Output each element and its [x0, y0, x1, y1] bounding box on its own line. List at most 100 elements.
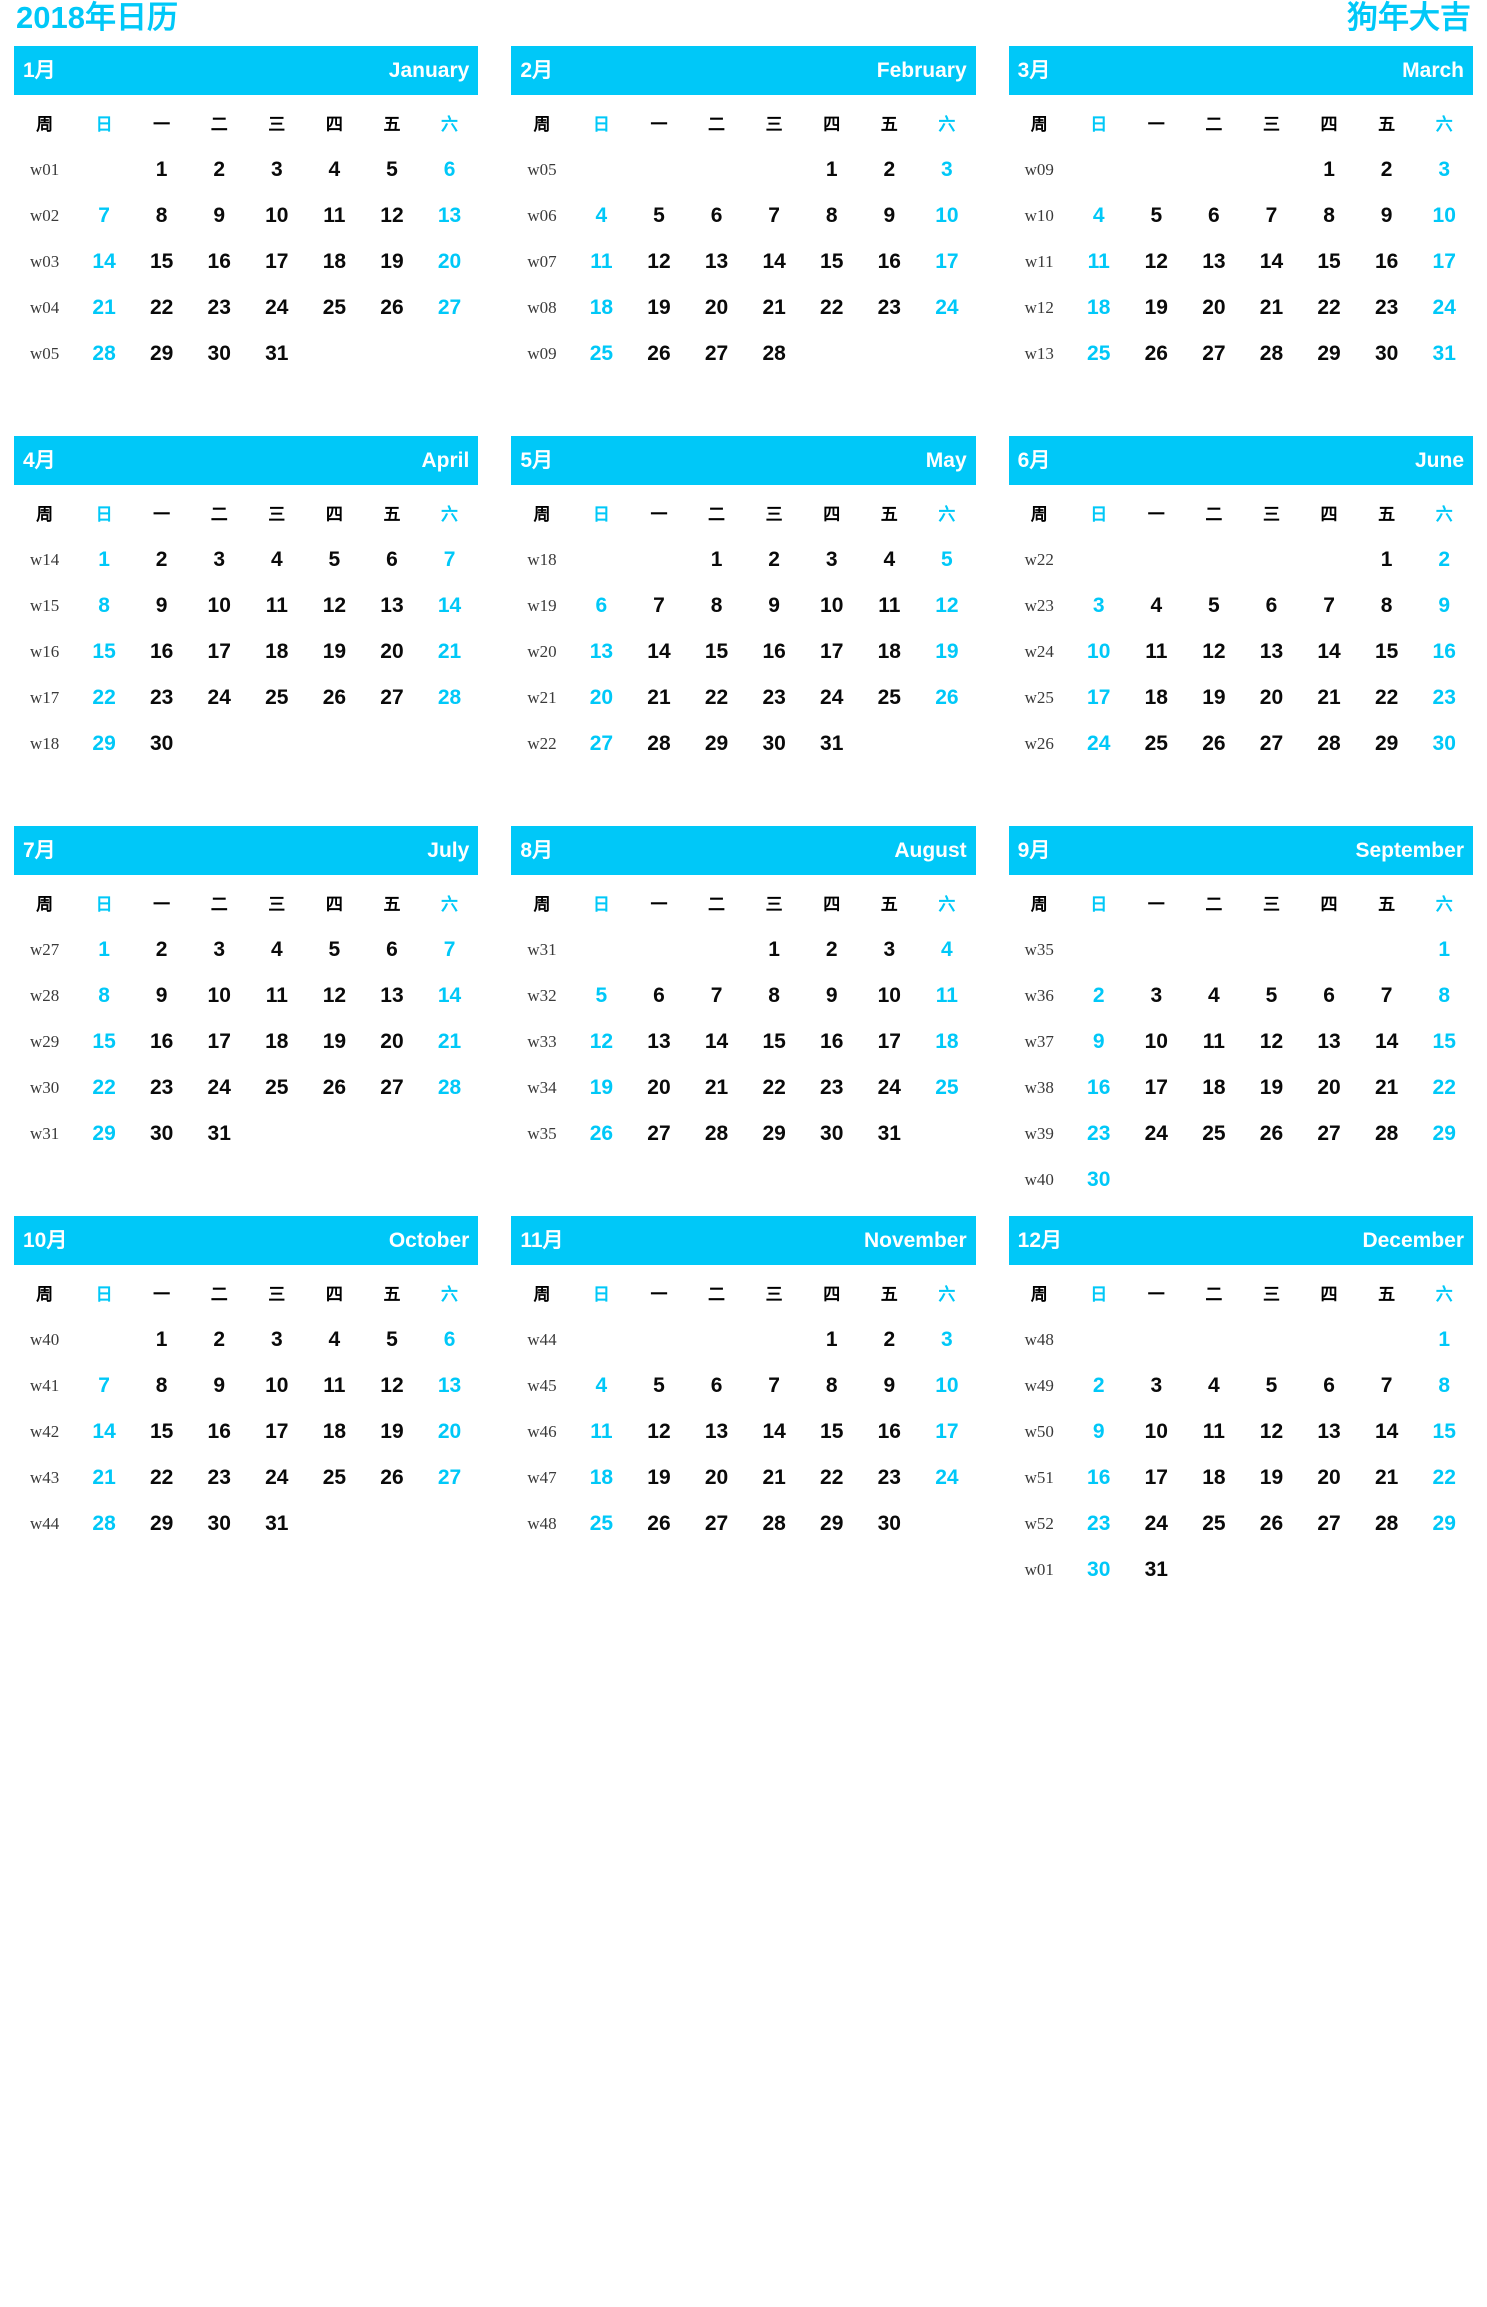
- day-cell[interactable]: 5: [306, 927, 364, 973]
- day-cell[interactable]: 21: [421, 629, 479, 675]
- day-cell[interactable]: 31: [861, 1111, 919, 1157]
- day-cell[interactable]: 29: [1415, 1501, 1473, 1547]
- day-cell[interactable]: 30: [745, 721, 803, 767]
- day-cell[interactable]: 19: [1243, 1065, 1301, 1111]
- day-cell[interactable]: 5: [573, 973, 631, 1019]
- day-cell[interactable]: 17: [1415, 239, 1473, 285]
- day-cell[interactable]: 22: [133, 285, 191, 331]
- day-cell[interactable]: 1: [745, 927, 803, 973]
- day-cell[interactable]: 18: [248, 629, 306, 675]
- day-cell[interactable]: 23: [133, 675, 191, 721]
- day-cell[interactable]: 29: [688, 721, 746, 767]
- day-cell[interactable]: 27: [688, 1501, 746, 1547]
- day-cell[interactable]: 2: [745, 537, 803, 583]
- day-cell[interactable]: 30: [1070, 1157, 1128, 1203]
- day-cell[interactable]: 9: [133, 583, 191, 629]
- day-cell[interactable]: 13: [1300, 1409, 1358, 1455]
- day-cell[interactable]: 4: [1185, 1363, 1243, 1409]
- day-cell[interactable]: 6: [688, 193, 746, 239]
- day-cell[interactable]: 12: [363, 1363, 421, 1409]
- day-cell[interactable]: 1: [1358, 537, 1416, 583]
- day-cell[interactable]: 20: [1185, 285, 1243, 331]
- day-cell[interactable]: 5: [306, 537, 364, 583]
- day-cell[interactable]: 17: [1128, 1455, 1186, 1501]
- day-cell[interactable]: 4: [918, 927, 976, 973]
- day-cell[interactable]: 13: [421, 1363, 479, 1409]
- day-cell[interactable]: 17: [248, 239, 306, 285]
- day-cell[interactable]: 17: [248, 1409, 306, 1455]
- day-cell[interactable]: 11: [1070, 239, 1128, 285]
- day-cell[interactable]: 20: [1300, 1065, 1358, 1111]
- day-cell[interactable]: 27: [688, 331, 746, 377]
- day-cell[interactable]: 20: [573, 675, 631, 721]
- day-cell[interactable]: 8: [1415, 1363, 1473, 1409]
- day-cell[interactable]: 6: [1300, 973, 1358, 1019]
- day-cell[interactable]: 21: [1300, 675, 1358, 721]
- day-cell[interactable]: 28: [421, 675, 479, 721]
- day-cell[interactable]: 4: [248, 927, 306, 973]
- day-cell[interactable]: 3: [1415, 147, 1473, 193]
- day-cell[interactable]: 16: [1415, 629, 1473, 675]
- day-cell[interactable]: 6: [1243, 583, 1301, 629]
- day-cell[interactable]: 26: [363, 1455, 421, 1501]
- day-cell[interactable]: 21: [630, 675, 688, 721]
- day-cell[interactable]: 2: [1070, 973, 1128, 1019]
- day-cell[interactable]: 21: [75, 285, 133, 331]
- day-cell[interactable]: 11: [918, 973, 976, 1019]
- day-cell[interactable]: 9: [190, 1363, 248, 1409]
- day-cell[interactable]: 22: [75, 1065, 133, 1111]
- day-cell[interactable]: 7: [745, 1363, 803, 1409]
- day-cell[interactable]: 30: [190, 331, 248, 377]
- day-cell[interactable]: 24: [190, 1065, 248, 1111]
- day-cell[interactable]: 28: [1358, 1501, 1416, 1547]
- day-cell[interactable]: 12: [918, 583, 976, 629]
- day-cell[interactable]: 25: [1185, 1111, 1243, 1157]
- day-cell[interactable]: 9: [861, 193, 919, 239]
- day-cell[interactable]: 26: [630, 331, 688, 377]
- day-cell[interactable]: 1: [688, 537, 746, 583]
- day-cell[interactable]: 21: [745, 1455, 803, 1501]
- day-cell[interactable]: 10: [861, 973, 919, 1019]
- day-cell[interactable]: 21: [1243, 285, 1301, 331]
- day-cell[interactable]: 16: [861, 1409, 919, 1455]
- day-cell[interactable]: 9: [133, 973, 191, 1019]
- day-cell[interactable]: 1: [1415, 1317, 1473, 1363]
- day-cell[interactable]: 16: [1358, 239, 1416, 285]
- day-cell[interactable]: 14: [421, 973, 479, 1019]
- day-cell[interactable]: 30: [1415, 721, 1473, 767]
- day-cell[interactable]: 6: [1300, 1363, 1358, 1409]
- day-cell[interactable]: 23: [861, 285, 919, 331]
- day-cell[interactable]: 25: [1128, 721, 1186, 767]
- day-cell[interactable]: 10: [1070, 629, 1128, 675]
- day-cell[interactable]: 15: [1415, 1019, 1473, 1065]
- day-cell[interactable]: 31: [1128, 1547, 1186, 1593]
- day-cell[interactable]: 23: [745, 675, 803, 721]
- day-cell[interactable]: 6: [688, 1363, 746, 1409]
- day-cell[interactable]: 26: [1185, 721, 1243, 767]
- day-cell[interactable]: 15: [1415, 1409, 1473, 1455]
- day-cell[interactable]: 16: [190, 239, 248, 285]
- day-cell[interactable]: 14: [1300, 629, 1358, 675]
- day-cell[interactable]: 18: [573, 1455, 631, 1501]
- day-cell[interactable]: 24: [190, 675, 248, 721]
- day-cell[interactable]: 31: [248, 331, 306, 377]
- day-cell[interactable]: 11: [1128, 629, 1186, 675]
- day-cell[interactable]: 5: [630, 1363, 688, 1409]
- day-cell[interactable]: 20: [630, 1065, 688, 1111]
- day-cell[interactable]: 1: [1415, 927, 1473, 973]
- day-cell[interactable]: 31: [803, 721, 861, 767]
- day-cell[interactable]: 23: [190, 285, 248, 331]
- day-cell[interactable]: 10: [248, 1363, 306, 1409]
- day-cell[interactable]: 22: [133, 1455, 191, 1501]
- day-cell[interactable]: 9: [1358, 193, 1416, 239]
- day-cell[interactable]: 7: [421, 537, 479, 583]
- day-cell[interactable]: 24: [861, 1065, 919, 1111]
- day-cell[interactable]: 28: [1358, 1111, 1416, 1157]
- day-cell[interactable]: 18: [1185, 1065, 1243, 1111]
- day-cell[interactable]: 12: [630, 239, 688, 285]
- day-cell[interactable]: 25: [861, 675, 919, 721]
- day-cell[interactable]: 25: [1185, 1501, 1243, 1547]
- day-cell[interactable]: 17: [918, 239, 976, 285]
- day-cell[interactable]: 26: [1128, 331, 1186, 377]
- day-cell[interactable]: 21: [421, 1019, 479, 1065]
